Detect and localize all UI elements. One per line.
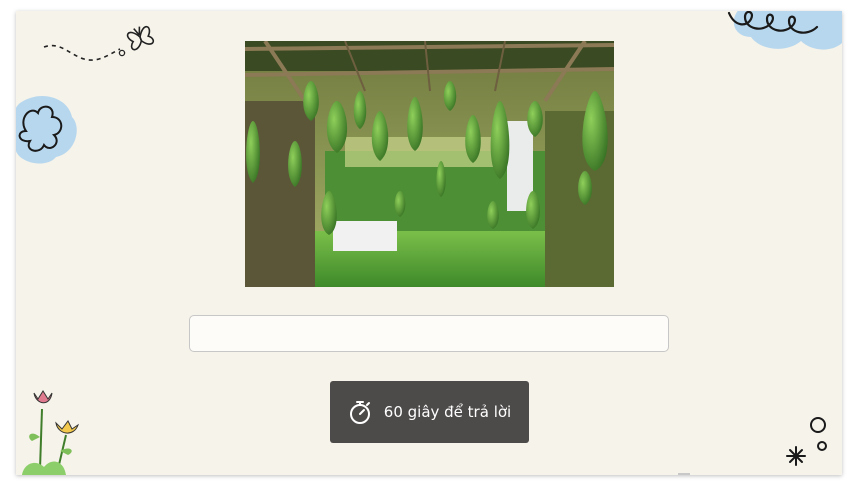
timer-badge: 60 giây để trả lời (330, 381, 529, 443)
cloud-icon (16, 95, 77, 164)
gourd-trellis-photo (245, 41, 614, 287)
slide: 60 giây để trả lời (16, 11, 842, 475)
scroll-indicator (678, 473, 690, 475)
answer-input[interactable] (189, 315, 669, 352)
sparkle-icon (786, 417, 827, 466)
butterfly-icon (43, 25, 155, 61)
cloud-loops-icon (727, 11, 842, 50)
flowers-icon (22, 390, 79, 475)
stopwatch-icon (349, 401, 370, 424)
timer-label: 60 giây để trả lời (383, 403, 512, 421)
